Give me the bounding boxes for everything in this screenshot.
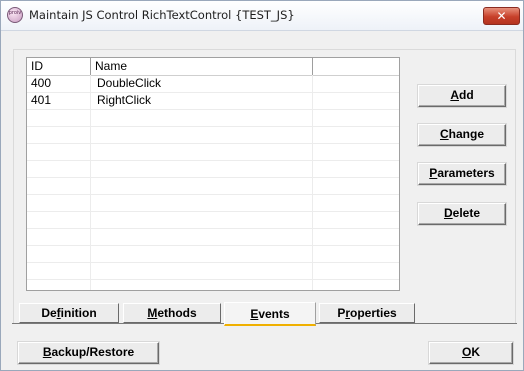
- parameters-label: arameters: [437, 166, 495, 180]
- tab-properties[interactable]: Properties: [319, 303, 415, 323]
- change-button[interactable]: Change: [418, 124, 506, 146]
- close-button[interactable]: ✕: [483, 7, 520, 25]
- empty-row: [27, 229, 399, 246]
- change-label: hange: [448, 127, 484, 141]
- backup-label: ackup/Restore: [51, 345, 135, 359]
- events-list[interactable]: ID Name 400 DoubleClick 401 RightClick: [26, 57, 400, 291]
- row-id: 400: [31, 76, 52, 90]
- parameters-button[interactable]: Parameters: [418, 163, 506, 185]
- tab-methods-post: ethods: [157, 306, 197, 320]
- empty-row: [27, 246, 399, 263]
- tab-definition[interactable]: Definition: [19, 303, 119, 323]
- dialog-window: proiv Maintain JS Control RichTextContro…: [0, 0, 524, 371]
- empty-row: [27, 110, 399, 127]
- empty-row: [27, 161, 399, 178]
- add-label: dd: [459, 88, 474, 102]
- tab-definition-pre: De: [41, 306, 57, 320]
- tab-methods[interactable]: Methods: [123, 303, 221, 323]
- table-row[interactable]: 400 DoubleClick: [27, 76, 399, 93]
- tab-properties-post: operties: [350, 306, 397, 320]
- table-row[interactable]: 401 RightClick: [27, 93, 399, 110]
- delete-mnemonic: D: [443, 206, 453, 220]
- empty-row: [27, 127, 399, 144]
- tab-events[interactable]: Events: [224, 302, 316, 326]
- empty-row: [27, 144, 399, 161]
- row-id: 401: [31, 93, 52, 107]
- title-bar[interactable]: proiv Maintain JS Control RichTextContro…: [1, 1, 523, 31]
- ok-button[interactable]: OK: [429, 342, 513, 364]
- window-title: Maintain JS Control RichTextControl {TES…: [29, 8, 295, 22]
- change-mnemonic: C: [439, 127, 449, 141]
- add-button[interactable]: Add: [418, 85, 506, 107]
- delete-button[interactable]: Delete: [418, 203, 506, 225]
- backup-restore-button[interactable]: Backup/Restore: [18, 342, 159, 364]
- app-icon: proiv: [7, 7, 23, 23]
- column-header-name[interactable]: Name: [91, 58, 313, 75]
- close-icon: ✕: [496, 9, 507, 23]
- empty-row: [27, 212, 399, 229]
- tab-events-post: vents: [258, 307, 290, 321]
- list-header: ID Name: [27, 58, 399, 76]
- empty-row: [27, 195, 399, 212]
- tab-definition-post: inition: [60, 306, 97, 320]
- ok-label: K: [471, 345, 480, 359]
- empty-row: [27, 178, 399, 195]
- delete-label: elete: [452, 206, 481, 220]
- add-mnemonic: A: [450, 88, 459, 102]
- empty-row: [27, 263, 399, 280]
- ok-mnemonic: O: [461, 345, 472, 359]
- column-header-id[interactable]: ID: [27, 58, 91, 75]
- row-name: DoubleClick: [97, 76, 162, 90]
- tab-methods-mnemonic: M: [147, 306, 158, 320]
- row-name: RightClick: [97, 93, 152, 107]
- app-icon-text: proiv: [8, 10, 22, 16]
